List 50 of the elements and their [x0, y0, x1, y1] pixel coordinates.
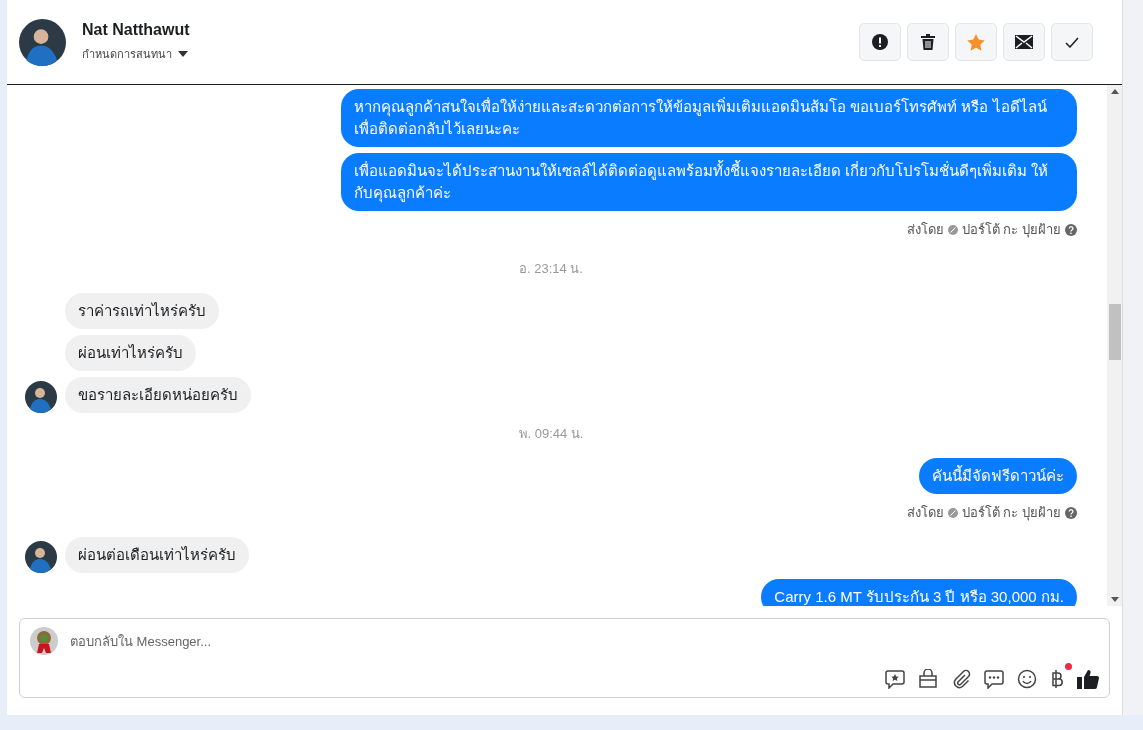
shopping-bag-icon	[918, 669, 938, 689]
paperclip-icon	[951, 669, 971, 689]
received-message-bubble: ขอรายละเอียดหน่อยครับ	[65, 377, 251, 413]
scrollbar[interactable]	[1107, 85, 1122, 606]
scroll-up-icon[interactable]	[1110, 89, 1119, 94]
emoji-button[interactable]	[1017, 669, 1037, 689]
speech-bubble-star-icon	[885, 669, 905, 689]
profile-avatar	[19, 18, 66, 66]
mail-button[interactable]	[1003, 23, 1045, 61]
shop-button[interactable]	[918, 669, 938, 689]
help-icon[interactable]	[1065, 223, 1077, 236]
page-avatar	[30, 627, 58, 655]
checkmark-icon	[1065, 36, 1079, 48]
received-message-bubble: ราค่ารถเท่าไหร่ครับ	[65, 293, 219, 329]
envelope-icon	[1015, 35, 1033, 49]
smiley-icon	[1017, 669, 1037, 689]
timestamp: อ. 23:14 น.	[519, 260, 583, 278]
alert-button[interactable]	[859, 23, 901, 61]
sent-by-label: ส่งโดย	[906, 221, 944, 239]
scroll-down-icon[interactable]	[1110, 597, 1119, 602]
thumbs-up-icon	[1077, 669, 1099, 689]
sent-message-bubble: Carry 1.6 MT รับประกัน 3 ปี หรือ 30,000 กม.	[761, 579, 1077, 606]
star-icon	[967, 33, 985, 51]
blocked-circle-icon	[947, 507, 958, 518]
like-button[interactable]	[1077, 669, 1099, 689]
received-message-bubble: ผ่อนเท่าไหร่ครับ	[65, 335, 196, 371]
sent-message-bubble: คันนี้มีจัดฟรีดาวน์ค่ะ	[919, 458, 1077, 494]
trash-icon	[921, 34, 935, 50]
blocked-circle-icon	[947, 224, 958, 235]
caret-icon[interactable]	[178, 51, 188, 57]
timestamp: พ. 09:44 น.	[518, 425, 584, 443]
sender-name: ปอร์โต้ กะ ปุยฝ้าย	[961, 221, 1061, 240]
sender-name: ปอร์โต้ กะ ปุยฝ้าย	[961, 504, 1061, 523]
trash-button[interactable]	[907, 23, 949, 61]
sent-message-bubble: เพื่อแอดมินจะได้ประสานงานให้เซลล์ได้ติดต่อดูแลพร้อมทั้งชี้แจงรายละเอียด เกี่ยวกับโปรโมชั่นดีๆเพิ่มเติม ให้กับคุณลูกค้าค่ะ	[341, 153, 1077, 211]
saved-reply-button[interactable]	[885, 669, 905, 689]
scrollbar-thumb[interactable]	[1108, 304, 1121, 360]
sent-message-bubble: หากคุณลูกค้าสนใจเพื่อให้ง่ายและสะดวกต่อการให้ข้อมูลเพิ่มเติมแอดมินส้มโอ ขอเบอร์โทรศัพท์ หรือ ไอดีไลน์ เพื่อติดต่อกลับไว้เลยนะคะ	[341, 89, 1077, 147]
baht-icon	[1050, 669, 1064, 689]
contact-name: Nat Natthawut	[82, 21, 191, 39]
conversation-settings-link[interactable]: กำหนดการสนทนา	[82, 45, 172, 63]
star-button[interactable]	[955, 23, 997, 61]
message-composer[interactable]: ตอบกลับใน Messenger...	[19, 618, 1110, 698]
alert-icon	[872, 34, 888, 50]
speech-bubble-icon	[984, 669, 1004, 689]
chat-button[interactable]	[984, 669, 1004, 689]
sent-by-label: ส่งโดย	[906, 504, 944, 522]
received-message-bubble: ผ่อนต่อเดือนเท่าไหร่ครับ	[65, 537, 249, 573]
help-icon[interactable]	[1065, 506, 1077, 519]
attach-button[interactable]	[951, 669, 971, 689]
